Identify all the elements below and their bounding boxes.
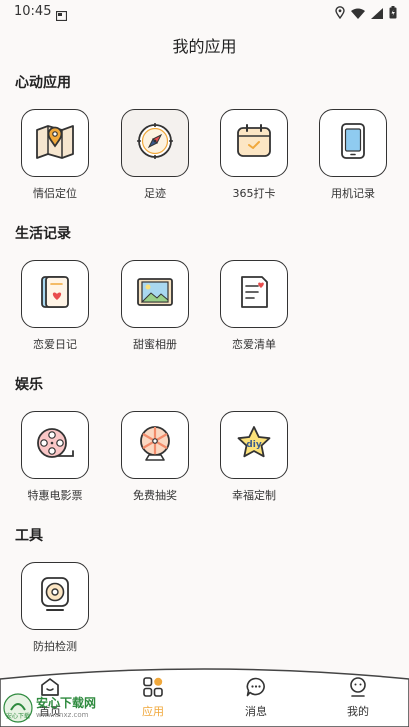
watermark: 安心下载 安心下载网 www.anxz.com (2, 692, 112, 726)
compass-icon (134, 120, 176, 166)
app-label: 恋爱清单 (232, 338, 276, 351)
battery-icon (389, 4, 397, 23)
apps-grid-icon (123, 675, 183, 699)
app-label: 用机记录 (331, 187, 375, 200)
film-reel-icon (34, 423, 76, 467)
app-label: 免费抽奖 (133, 489, 177, 502)
app-label: 情侣定位 (33, 187, 77, 200)
app-anti-camera-detect[interactable]: 防拍检测 (10, 562, 100, 654)
diy-star-icon: diy (234, 423, 274, 467)
status-time: 10:45 (14, 4, 52, 19)
app-sweet-album[interactable]: 甜蜜相册 (110, 260, 200, 352)
photo-album-icon (134, 272, 176, 316)
tab-label: 消息 (245, 705, 267, 718)
camera-detect-icon (35, 574, 75, 618)
section-title-entertainment: 娱乐 (15, 377, 43, 393)
app-tile[interactable] (220, 260, 288, 328)
app-phone-record[interactable]: 用机记录 (308, 109, 398, 201)
app-tile[interactable] (319, 109, 387, 177)
app-tile[interactable] (121, 109, 189, 177)
app-tile[interactable] (121, 260, 189, 328)
section-title-life-records: 生活记录 (15, 226, 71, 242)
app-365-checkin[interactable]: 365打卡 (209, 109, 299, 201)
watermark-logo-icon: 安心下载 (3, 693, 33, 723)
notification-icon (55, 6, 68, 25)
profile-icon (328, 675, 388, 699)
message-icon (226, 675, 286, 699)
wifi-icon (351, 4, 365, 23)
app-label: 365打卡 (232, 187, 276, 200)
phone-icon (337, 121, 369, 165)
location-icon (335, 4, 345, 23)
calendar-check-icon (234, 121, 274, 165)
watermark-badge: 安心下载 (6, 712, 30, 720)
app-label: 甜蜜相册 (133, 338, 177, 351)
app-label: 防拍检测 (33, 640, 77, 653)
app-love-diary[interactable]: 恋爱日记 (10, 260, 100, 352)
tab-label: 应用 (142, 705, 164, 718)
watermark-url: www.anxz.com (36, 711, 89, 719)
tab-apps[interactable]: 应用 (123, 675, 183, 719)
tab-messages[interactable]: 消息 (226, 675, 286, 719)
app-discount-movie[interactable]: 特惠电影票 (10, 411, 100, 503)
app-couple-location[interactable]: 情侣定位 (10, 109, 100, 201)
app-tile[interactable] (121, 411, 189, 479)
app-label: 幸福定制 (232, 489, 276, 502)
watermark-title: 安心下载网 (36, 696, 97, 710)
page-title: 我的应用 (172, 37, 237, 56)
app-label: 恋爱日记 (33, 338, 77, 351)
app-tile[interactable] (21, 411, 89, 479)
lottery-wheel-icon (134, 422, 176, 468)
app-label: 足迹 (144, 187, 166, 200)
app-tile[interactable] (21, 109, 89, 177)
tab-label: 我的 (347, 705, 369, 718)
section-title-tools: 工具 (15, 528, 43, 544)
checklist-icon (234, 272, 274, 316)
diary-icon (35, 272, 75, 316)
app-tile[interactable] (21, 260, 89, 328)
app-free-lottery[interactable]: 免费抽奖 (110, 411, 200, 503)
app-tile[interactable]: diy (220, 411, 288, 479)
app-tile[interactable] (220, 109, 288, 177)
status-bar: 10:45 (0, 0, 409, 24)
app-love-list[interactable]: 恋爱清单 (209, 260, 299, 352)
app-label: 特惠电影票 (27, 489, 83, 502)
tab-profile[interactable]: 我的 (328, 675, 388, 719)
signal-icon (371, 4, 383, 23)
app-footprint[interactable]: 足迹 (110, 109, 200, 201)
svg-text:diy: diy (246, 440, 262, 450)
map-pin-icon (34, 121, 76, 165)
section-title-heart-apps: 心动应用 (15, 75, 71, 91)
app-tile[interactable] (21, 562, 89, 630)
app-happy-custom[interactable]: diy 幸福定制 (209, 411, 299, 503)
